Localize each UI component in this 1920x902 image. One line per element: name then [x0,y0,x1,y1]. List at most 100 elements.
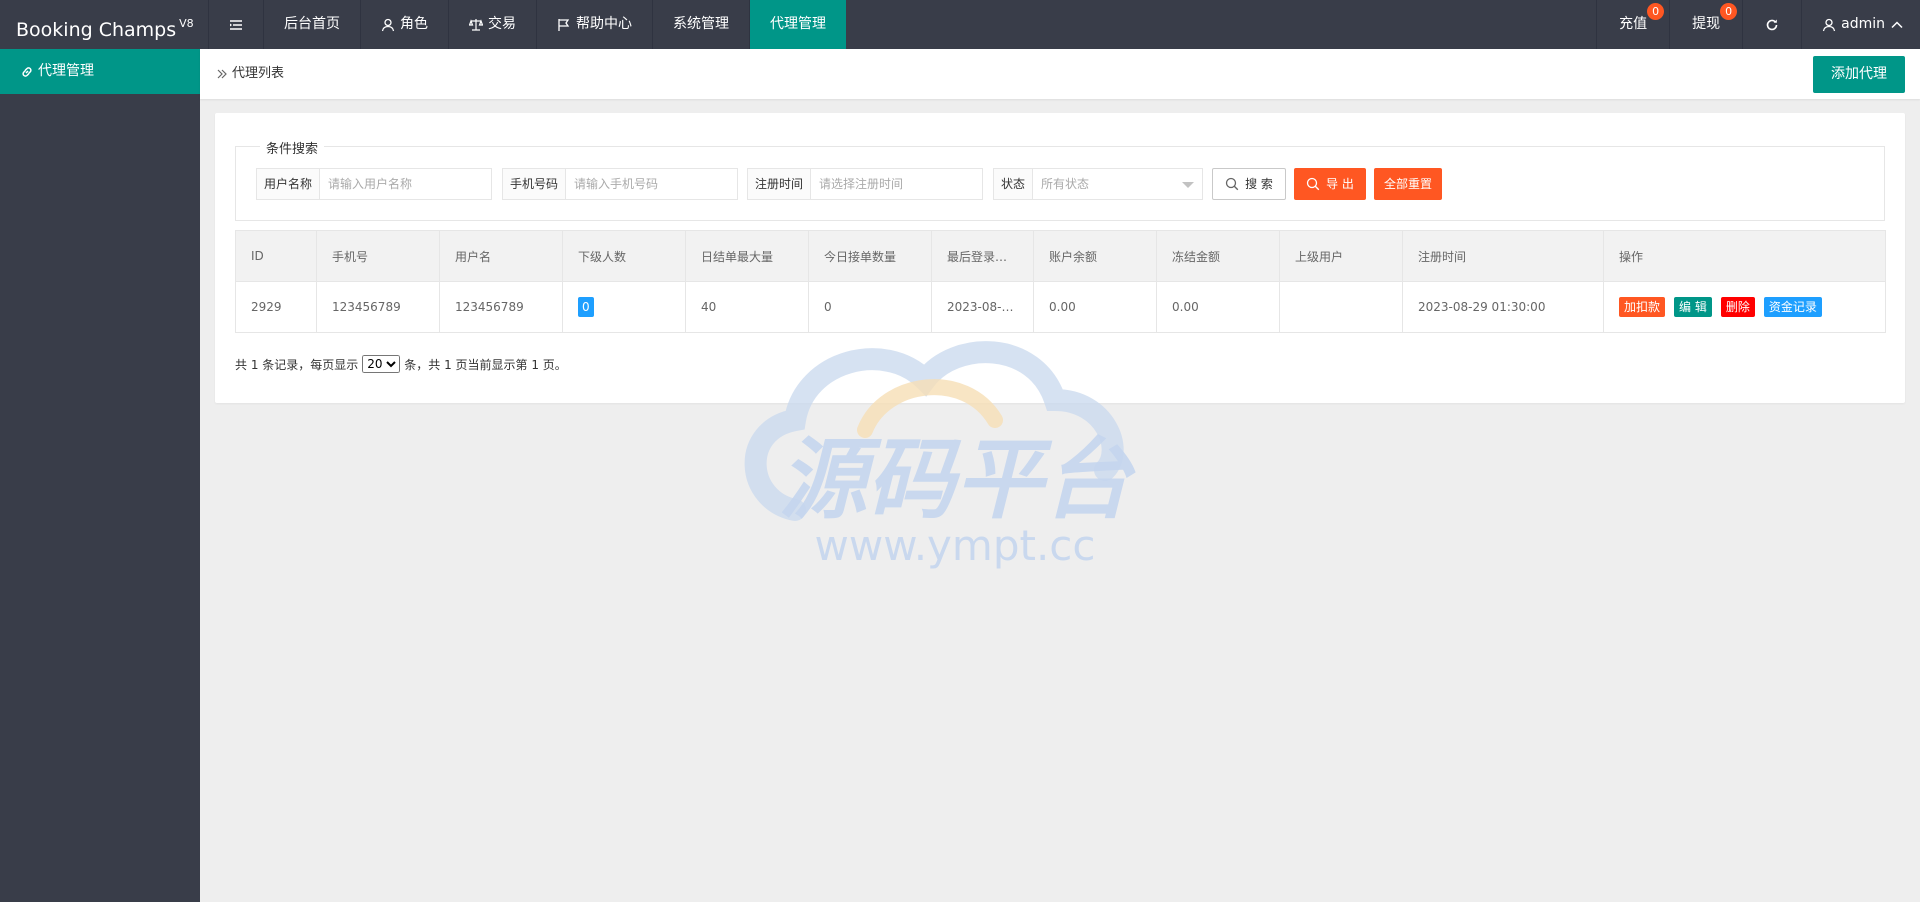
search-button[interactable]: 搜 索 [1212,168,1286,200]
scale-icon [469,18,483,31]
column-header: 上级用户 [1279,230,1403,282]
brand-name: Booking Champs [16,19,177,41]
add-agent-button[interactable]: 添加代理 [1813,56,1905,93]
chevron-up-icon [1891,20,1903,28]
column-header: 最后登录时间 [931,230,1034,282]
cell-subordinates: 0 [562,281,686,333]
user-icon [381,18,395,31]
main-nav: 后台首页 角色 交易 帮助中心 系统管理 代理管理 [208,0,846,49]
nav-item-system[interactable]: 系统管理 [652,0,749,49]
right-nav: 充值 0 提现 0 admin [1596,0,1920,49]
phone-label: 手机号码 [503,169,567,199]
refresh-icon [1766,19,1778,30]
breadcrumb-bar: 代理列表 添加代理 [200,49,1920,99]
nav-item-agent[interactable]: 代理管理 [749,0,846,49]
cell-balance: 0.00 [1033,281,1157,333]
cell-username: 123456789 [439,281,563,333]
phone-field: 手机号码 [502,168,738,200]
table-row: 2929 123456789 123456789 0 40 0 2023-08-… [235,281,1886,333]
user-name: admin [1841,16,1885,32]
cell-phone: 123456789 [316,281,440,333]
cell-daily-max: 40 [685,281,809,333]
column-header: 账户余额 [1033,230,1157,282]
nav-item-label: 后台首页 [284,16,340,32]
nav-item-label: 帮助中心 [576,16,632,32]
cell-actions: 加扣款 编 辑 删除 资金记录 [1603,281,1886,333]
username-input[interactable] [320,169,489,199]
username-label: 用户名称 [257,169,321,199]
row-actions: 加扣款 编 辑 删除 资金记录 [1619,297,1870,317]
nav-item-trade[interactable]: 交易 [448,0,536,49]
brand-version: V8 [179,17,194,30]
withdraw-button[interactable]: 提现 0 [1669,0,1742,49]
register-time-label: 注册时间 [748,169,812,199]
cell-parent [1279,281,1403,333]
cell-frozen: 0.00 [1156,281,1280,333]
cell-last-login: 2023-08-29 01:30:00 [931,281,1034,333]
withdraw-badge: 0 [1720,3,1738,20]
export-button-label: 导 出 [1326,177,1354,191]
nav-item-label: 交易 [488,16,516,32]
recharge-button[interactable]: 充值 0 [1596,0,1669,49]
link-icon [22,66,32,77]
search-button-label: 搜 索 [1245,177,1273,191]
user-menu[interactable]: admin [1801,0,1920,49]
sidebar-item-agent[interactable]: 代理管理 [0,49,200,94]
page-size-select[interactable]: 10203050 [362,355,401,373]
nav-item-role[interactable]: 角色 [360,0,448,49]
fund-records-button[interactable]: 资金记录 [1763,297,1822,317]
column-header: 手机号 [316,230,440,282]
status-selected-value: 所有状态 [1041,177,1090,191]
search-form: 条件搜索 用户名称 手机号码 注册时间 状态 所有状态 搜 索 导 出 [235,138,1885,221]
column-header: 下级人数 [562,230,686,282]
user-icon [1822,18,1836,31]
column-header: 注册时间 [1402,230,1604,282]
column-header: ID [235,230,317,282]
phone-input[interactable] [566,169,735,199]
sidebar: 代理管理 [0,49,200,902]
export-button[interactable]: 导 出 [1294,168,1366,200]
menu-toggle-icon [230,19,242,30]
search-icon [1225,177,1239,191]
status-field: 状态 所有状态 [993,168,1203,200]
edit-button[interactable]: 编 辑 [1674,297,1712,317]
table-header-row: ID 手机号 用户名 下级人数 日结单最大量 今日接单数量 最后登录时间 账户余… [235,230,1886,282]
nav-item-label: 代理管理 [770,16,826,32]
flag-icon [558,18,570,31]
nav-item-help[interactable]: 帮助中心 [536,0,652,49]
sidebar-item-label: 代理管理 [38,63,94,79]
search-icon [1306,177,1320,191]
breadcrumb-current: 代理列表 [232,66,285,81]
app-logo[interactable]: Booking Champs V8 [0,0,200,49]
cell-registered: 2023-08-29 01:30:00 [1402,281,1604,333]
menu-toggle-button[interactable] [208,0,263,49]
pager-suffix: 条，共 1 页当前显示第 1 页。 [404,357,567,372]
top-navbar: Booking Champs V8 后台首页 角色 交易 帮助中心 系统管理 代理… [0,0,1920,49]
column-header: 今日接单数量 [808,230,932,282]
nav-item-label: 系统管理 [673,16,729,32]
recharge-label: 充值 [1619,16,1648,32]
reset-all-button[interactable]: 全部重置 [1374,168,1442,200]
nav-item-dashboard[interactable]: 后台首页 [263,0,360,49]
column-header: 操作 [1603,230,1886,282]
column-header: 日结单最大量 [685,230,809,282]
cell-id: 2929 [235,281,317,333]
withdraw-label: 提现 [1692,16,1721,32]
recharge-badge: 0 [1647,3,1665,20]
delete-button[interactable]: 删除 [1720,297,1755,317]
agent-table: ID 手机号 用户名 下级人数 日结单最大量 今日接单数量 最后登录时间 账户余… [235,230,1886,333]
refresh-button[interactable] [1742,0,1801,49]
adjust-funds-button[interactable]: 加扣款 [1619,297,1666,317]
watermark-url: www.ympt.cc [815,521,1096,570]
subordinates-count-button[interactable]: 0 [578,297,594,317]
status-select[interactable]: 所有状态 [1033,169,1202,199]
watermark-title: 源码平台 [779,428,1136,531]
caret-down-icon [1182,182,1194,188]
register-time-input[interactable] [811,169,980,199]
search-legend: 条件搜索 [260,138,325,157]
column-header: 冻结金额 [1156,230,1280,282]
double-chevron-right-icon [217,69,227,79]
cell-today-orders: 0 [808,281,932,333]
pager-prefix: 共 1 条记录，每页显示 [235,357,359,372]
breadcrumb: 代理列表 [216,49,284,99]
